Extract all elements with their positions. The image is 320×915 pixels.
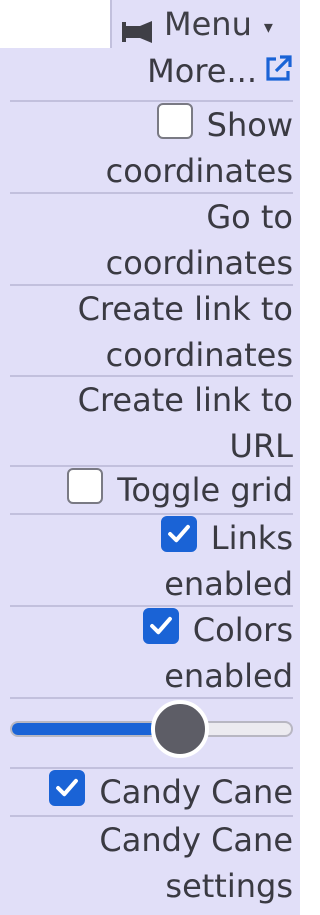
menu-item-show-coordinates[interactable]: Show coordinates (10, 102, 293, 194)
links-enabled-label-line2: enabled (164, 565, 293, 603)
menu-item-candy-cane[interactable]: Candy Cane (10, 769, 293, 817)
menu-item-create-link-url[interactable]: Create link to URL (10, 377, 293, 467)
show-coordinates-checkbox[interactable] (156, 103, 193, 139)
candy-cane-checkbox[interactable] (49, 770, 86, 806)
slider-thumb[interactable] (150, 700, 209, 758)
colors-enabled-checkbox[interactable] (142, 608, 179, 644)
create-link-url-label-line2: URL (229, 427, 293, 465)
menu-item-more-label: More... (147, 52, 257, 90)
menu-item-create-link-coordinates[interactable]: Create link to coordinates (10, 286, 293, 377)
candy-cane-settings-label-line2: settings (165, 867, 293, 905)
menu-button[interactable]: Menu ▾ (110, 0, 300, 48)
links-enabled-checkbox[interactable] (160, 516, 197, 552)
checkmark-icon (167, 524, 190, 543)
menu-item-candy-cane-settings[interactable]: Candy Cane settings (10, 817, 293, 915)
candy-cane-settings-label-line1: Candy Cane (99, 821, 293, 859)
menu-button-label: Menu (164, 5, 252, 43)
go-to-coordinates-label-line1: Go to (206, 198, 293, 236)
menu-item-slider (10, 699, 293, 769)
menu-item-more[interactable]: More... (10, 48, 293, 102)
menu-item-links-enabled[interactable]: Links enabled (10, 515, 293, 607)
menu-panel: More... Show coordinates Go to coordinat… (0, 48, 300, 915)
checkmark-icon (56, 778, 79, 797)
show-coordinates-label-line2: coordinates (105, 152, 293, 190)
menu-item-go-to-coordinates[interactable]: Go to coordinates (10, 194, 293, 286)
chevron-down-icon: ▾ (263, 16, 273, 38)
toggle-grid-checkbox[interactable] (67, 468, 104, 504)
create-link-coordinates-label-line1: Create link to (77, 290, 293, 328)
menu-item-colors-enabled[interactable]: Colors enabled (10, 607, 293, 699)
colors-enabled-label-line1: Colors (192, 611, 293, 649)
links-enabled-label-line1: Links (210, 519, 293, 557)
create-link-coordinates-label-line2: coordinates (105, 336, 293, 374)
external-link-icon (263, 50, 293, 81)
checkmark-icon (149, 616, 172, 635)
pin-icon (122, 13, 154, 43)
menu-item-toggle-grid[interactable]: Toggle grid (10, 467, 293, 515)
colors-enabled-label-line2: enabled (164, 657, 293, 695)
create-link-url-label-line1: Create link to (77, 381, 293, 419)
show-coordinates-label-line1: Show (206, 106, 293, 144)
toggle-grid-label: Toggle grid (117, 471, 293, 509)
candy-cane-label: Candy Cane (99, 773, 293, 811)
go-to-coordinates-label-line2: coordinates (105, 244, 293, 282)
